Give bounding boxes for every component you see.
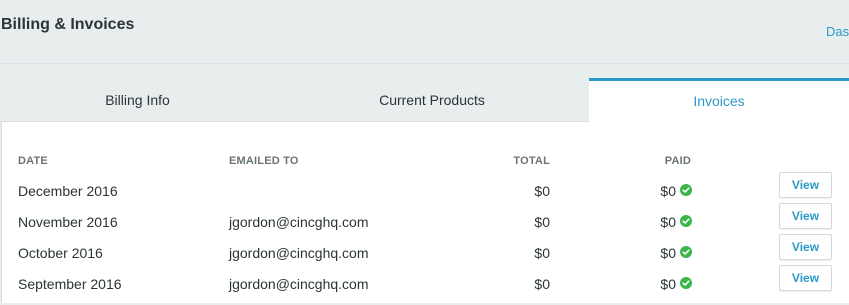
invoice-emailed-to: jgordon@cincghq.com (229, 276, 369, 292)
column-header-total: TOTAL (513, 155, 550, 167)
page-title: Billing & Invoices (1, 16, 135, 33)
invoice-date: October 2016 (18, 245, 103, 261)
table-row: September 2016 jgordon@cincghq.com $0 $0… (0, 265, 849, 305)
dashboard-link[interactable]: Das (826, 24, 849, 39)
invoice-total: $0 (534, 183, 550, 199)
view-invoice-button[interactable]: View (779, 203, 832, 229)
table-row: November 2016 jgordon@cincghq.com $0 $0 … (0, 203, 849, 243)
invoice-total: $0 (534, 214, 550, 230)
check-circle-icon (680, 184, 692, 196)
invoice-total: $0 (534, 245, 550, 261)
tab-bar: Billing Info Current Products Invoices (0, 78, 849, 122)
view-invoice-button[interactable]: View (779, 265, 832, 291)
invoice-emailed-to: jgordon@cincghq.com (229, 214, 369, 230)
tab-current-products[interactable]: Current Products (275, 78, 589, 122)
tab-billing-info[interactable]: Billing Info (0, 78, 275, 122)
column-header-paid: PAID (664, 155, 691, 167)
invoice-paid: $0 (660, 245, 676, 261)
tab-invoices[interactable]: Invoices (589, 78, 849, 122)
invoice-date: November 2016 (18, 214, 118, 230)
invoice-paid: $0 (660, 276, 676, 292)
invoice-total: $0 (534, 276, 550, 292)
view-invoice-button[interactable]: View (779, 172, 832, 198)
check-circle-icon (680, 277, 692, 289)
column-header-emailed-to: EMAILED TO (229, 155, 299, 167)
invoice-date: December 2016 (18, 183, 118, 199)
page-header: Billing & Invoices Das (0, 0, 849, 64)
invoice-paid: $0 (660, 214, 676, 230)
check-circle-icon (680, 246, 692, 258)
table-row: December 2016 $0 $0 View (0, 172, 849, 212)
invoice-paid: $0 (660, 183, 676, 199)
view-invoice-button[interactable]: View (779, 234, 832, 260)
invoice-date: September 2016 (18, 276, 122, 292)
table-row: October 2016 jgordon@cincghq.com $0 $0 V… (0, 234, 849, 274)
invoice-emailed-to: jgordon@cincghq.com (229, 245, 369, 261)
column-header-date: DATE (18, 155, 48, 167)
check-circle-icon (680, 215, 692, 227)
